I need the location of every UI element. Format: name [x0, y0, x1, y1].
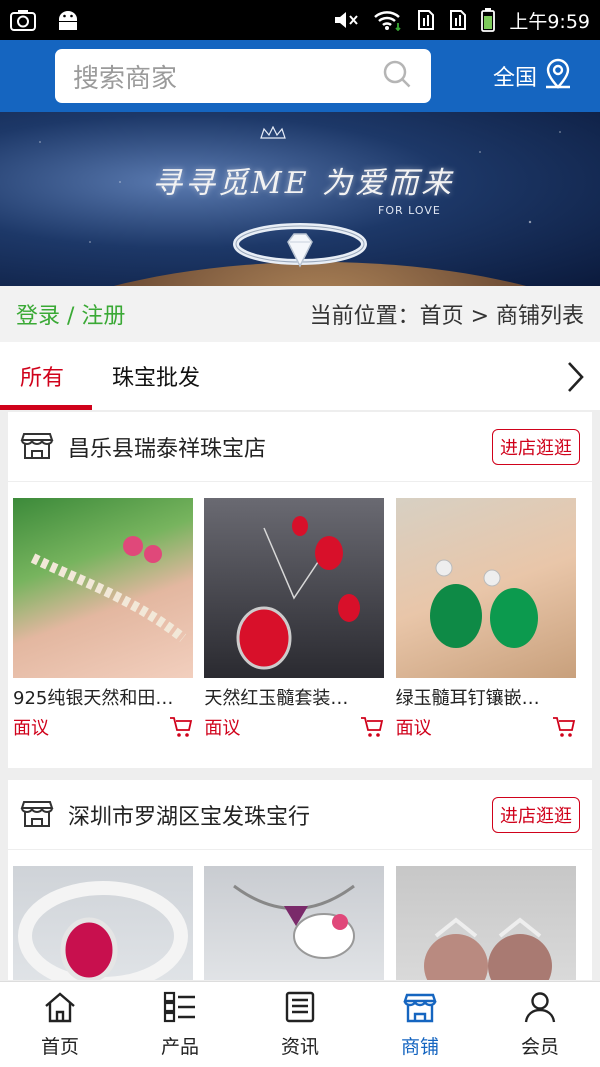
tabbar-member[interactable]: 会员 [480, 982, 600, 1067]
top-header: 搜索商家 全国 [0, 40, 600, 112]
screenshot-icon [10, 9, 36, 31]
store-icon [403, 991, 437, 1028]
bottom-tab-bar: 首页 产品 资讯 商铺 会员 [0, 981, 600, 1067]
product-name: 925纯银天然和田… [13, 688, 174, 709]
product-row [8, 850, 592, 980]
shop-name[interactable]: 昌乐县瑞泰祥珠宝店 [68, 431, 266, 463]
breadcrumb-bar: 登录 / 注册 当前位置：首页 > 商铺列表 [0, 286, 600, 342]
banner-subtitle: FOR LOVE [378, 204, 441, 217]
breadcrumb: 当前位置：首页 > 商铺列表 [309, 304, 584, 329]
product-card[interactable]: 天然红玉髓套装… 面议 [204, 498, 395, 740]
tabbar-home-label: 首页 [40, 1035, 79, 1058]
product-name: 绿玉髓耳钉镶嵌… [395, 688, 540, 709]
promo-banner[interactable]: 寻寻觅ME 为爱而来 FOR LOVE [0, 112, 600, 286]
tabbar-news-label: 资讯 [280, 1035, 319, 1058]
cart-icon[interactable] [169, 716, 193, 738]
product-image-kitty-pendant[interactable] [204, 866, 385, 980]
product-image-ruby-ring[interactable] [13, 866, 193, 980]
user-icon [523, 991, 557, 1028]
enter-shop-button[interactable]: 进店逛逛 [492, 796, 580, 833]
product-image-green-earrings[interactable] [395, 498, 576, 678]
home-icon [43, 991, 77, 1028]
tabbar-home[interactable]: 首页 [0, 982, 120, 1067]
ring-image [230, 216, 370, 286]
product-name: 天然红玉髓套装… [204, 688, 349, 709]
shop-card: 深圳市罗湖区宝发珠宝行 进店逛逛 [8, 780, 592, 980]
product-row: 925纯银天然和田… 面议 天然红玉髓套装… 面议 绿玉髓耳钉镶嵌… 面议 [8, 482, 592, 740]
product-image-pearl-earrings[interactable] [395, 866, 576, 980]
tab-all[interactable]: 所有 [20, 360, 64, 392]
shop-name[interactable]: 深圳市罗湖区宝发珠宝行 [68, 799, 310, 831]
tabbar-products-label: 产品 [160, 1035, 199, 1058]
tabbar-shops[interactable]: 商铺 [360, 982, 480, 1067]
sim1-icon [417, 9, 435, 31]
tabbar-news[interactable]: 资讯 [240, 982, 360, 1067]
news-icon [283, 991, 317, 1028]
product-card[interactable] [204, 866, 395, 980]
shop-header: 昌乐县瑞泰祥珠宝店 进店逛逛 [8, 412, 592, 482]
product-price: 面议 [395, 718, 432, 739]
search-input[interactable]: 搜索商家 [73, 58, 381, 95]
grid-list-icon [163, 991, 197, 1028]
region-label: 全国 [493, 66, 538, 91]
tabbar-member-label: 会员 [520, 1035, 559, 1058]
cart-icon[interactable] [552, 716, 576, 738]
product-card[interactable] [13, 866, 204, 980]
wifi-icon [373, 9, 403, 31]
tabbar-products[interactable]: 产品 [120, 982, 240, 1067]
shop-header: 深圳市罗湖区宝发珠宝行 进店逛逛 [8, 780, 592, 850]
product-card[interactable] [395, 866, 587, 980]
login-register-link[interactable]: 登录 / 注册 [16, 298, 125, 330]
android-icon [56, 9, 80, 31]
tab-jewelry-wholesale[interactable]: 珠宝批发 [112, 360, 200, 392]
product-image-bracelet[interactable] [13, 498, 193, 678]
region-selector[interactable]: 全国 [493, 56, 573, 96]
sim2-icon [449, 9, 467, 31]
chevron-right-icon[interactable] [564, 360, 586, 398]
active-tab-indicator [0, 405, 92, 410]
status-time: 上午9:59 [509, 10, 590, 33]
search-box[interactable]: 搜索商家 [55, 49, 431, 103]
shop-card: 昌乐县瑞泰祥珠宝店 进店逛逛 925纯银天然和田… 面议 天然红玉髓套装… 面议 [8, 412, 592, 768]
location-pin-icon [543, 56, 573, 96]
cart-icon[interactable] [360, 716, 384, 738]
search-icon[interactable] [381, 58, 413, 94]
battery-icon [481, 8, 496, 32]
banner-title: 寻寻觅ME 为爱而来 [152, 166, 455, 201]
product-image-red-agate-set[interactable] [204, 498, 385, 678]
product-card[interactable]: 绿玉髓耳钉镶嵌… 面议 [395, 498, 587, 740]
status-bar: 上午9:59 [0, 0, 600, 40]
store-icon [20, 428, 54, 466]
category-tabs: 所有 珠宝批发 [0, 342, 600, 410]
product-price: 面议 [204, 718, 241, 739]
banner-brand-crown-icon [258, 125, 288, 142]
enter-shop-button[interactable]: 进店逛逛 [492, 428, 580, 465]
store-icon [20, 796, 54, 834]
mute-icon [333, 9, 359, 31]
tabbar-shops-label: 商铺 [400, 1035, 439, 1058]
product-price: 面议 [13, 718, 49, 739]
product-card[interactable]: 925纯银天然和田… 面议 [13, 498, 204, 740]
